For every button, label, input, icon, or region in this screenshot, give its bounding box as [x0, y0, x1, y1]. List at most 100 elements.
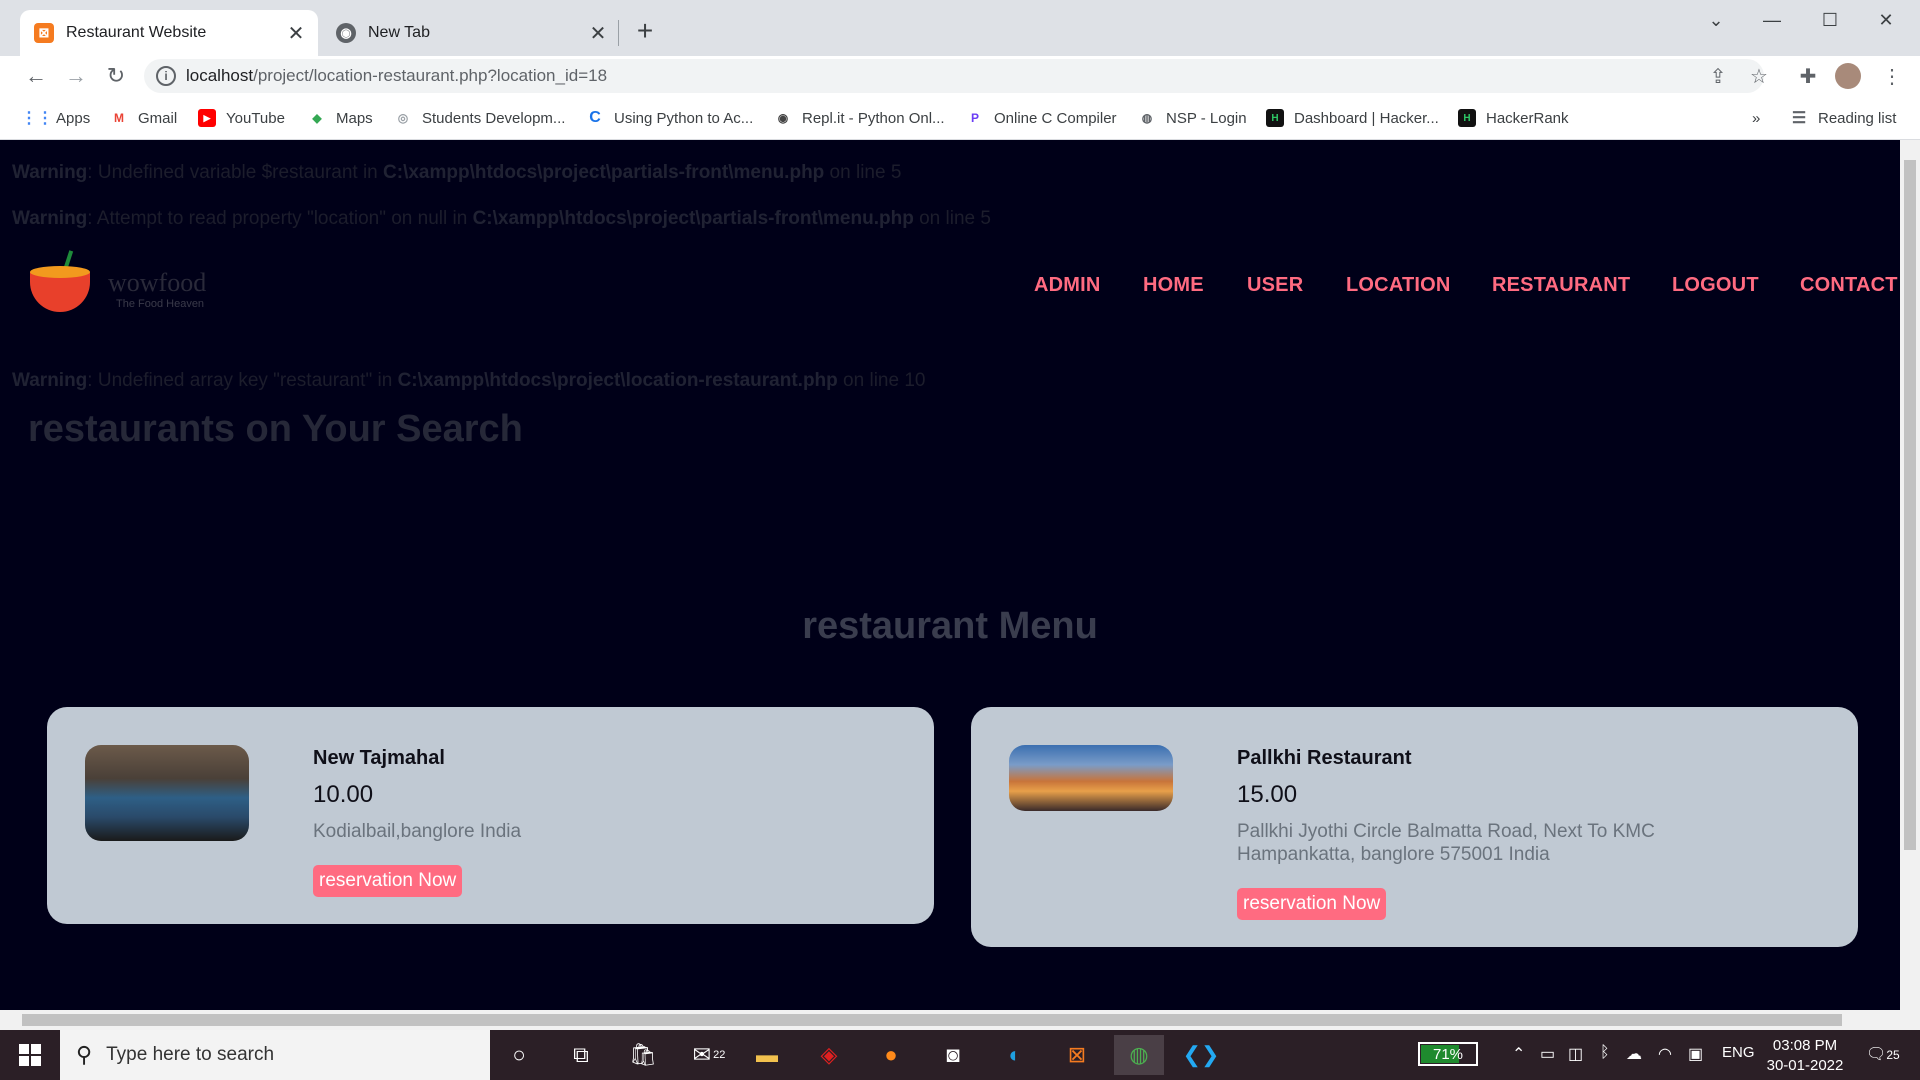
- reload-icon[interactable]: ↻: [100, 60, 132, 92]
- bookmark-replit[interactable]: ◉ Repl.it - Python Onl...: [774, 106, 945, 130]
- show-hidden-icons-icon[interactable]: ⌃: [1512, 1044, 1525, 1064]
- reservation-button[interactable]: reservation Now: [313, 865, 463, 897]
- bookmark-gmail[interactable]: M Gmail: [110, 106, 177, 130]
- notifications-icon[interactable]: 🗨25: [1866, 1044, 1900, 1064]
- restaurant-address: Kodialbail,banglore India: [313, 821, 522, 842]
- tab-search-icon[interactable]: ⌄: [1688, 0, 1744, 40]
- bookmark-using-python[interactable]: C Using Python to Ac...: [586, 106, 753, 130]
- horizontal-scrollbar[interactable]: [0, 1010, 1920, 1030]
- bookmark-hackerrank-dashboard[interactable]: H Dashboard | Hacker...: [1266, 106, 1439, 130]
- cortana-icon[interactable]: ○: [494, 1035, 544, 1075]
- vscode-icon[interactable]: ❮❯: [1176, 1035, 1226, 1075]
- chrome-icon[interactable]: ◍: [1114, 1035, 1164, 1075]
- wifi-icon[interactable]: ◠: [1658, 1044, 1672, 1064]
- camera-icon[interactable]: ◙: [928, 1035, 978, 1075]
- nav-restaurant[interactable]: RESTAURANT: [1492, 274, 1630, 297]
- php-warning: Warning: Undefined variable $restaurant …: [12, 162, 901, 184]
- address-bar[interactable]: i localhost/project/location-restaurant.…: [144, 59, 1764, 93]
- bookmark-online-c-compiler[interactable]: P Online C Compiler: [966, 106, 1117, 130]
- url-host: localhost: [186, 66, 254, 85]
- replit-icon: ◉: [777, 111, 789, 125]
- warning-file: C:\xampp\htdocs\project\partials-front\m…: [472, 208, 914, 229]
- file-explorer-icon[interactable]: ▬: [742, 1035, 792, 1075]
- bookmark-maps[interactable]: ◆ Maps: [308, 106, 372, 130]
- scrollbar-thumb[interactable]: [1904, 160, 1916, 850]
- mcafee-icon[interactable]: ◈: [804, 1035, 854, 1075]
- windows-start-icon[interactable]: [0, 1030, 60, 1080]
- profile-avatar[interactable]: [1834, 62, 1862, 90]
- nav-home[interactable]: HOME: [1143, 274, 1204, 297]
- reading-list-label: Reading list: [1818, 109, 1897, 127]
- minimize-icon[interactable]: —: [1744, 0, 1800, 40]
- search-results-heading: restaurants on Your Search: [28, 408, 523, 450]
- bookmark-star-icon[interactable]: ☆: [1745, 62, 1773, 90]
- new-tab-button[interactable]: +: [632, 15, 658, 46]
- site-info-icon[interactable]: i: [156, 66, 176, 86]
- coursera-icon: C: [589, 109, 601, 126]
- close-tab-icon[interactable]: ✕: [584, 19, 612, 47]
- vertical-scrollbar[interactable]: [1900, 140, 1920, 1010]
- back-arrow-icon[interactable]: ←: [20, 60, 52, 92]
- cloud-icon[interactable]: ☁: [1626, 1044, 1642, 1064]
- bookmark-nsp-login[interactable]: ◍ NSP - Login: [1138, 106, 1247, 130]
- window-close-icon[interactable]: ✕: [1858, 0, 1914, 40]
- mail-icon[interactable]: ✉ 22: [684, 1035, 734, 1075]
- microsoft-store-icon[interactable]: 🛍: [618, 1035, 668, 1075]
- bookmark-students-development[interactable]: ◎ Students Developm...: [394, 106, 566, 130]
- device-icon[interactable]: ◫: [1568, 1044, 1583, 1064]
- nav-logout[interactable]: LOGOUT: [1672, 274, 1759, 297]
- bookmark-hackerrank[interactable]: H HackerRank: [1458, 106, 1569, 130]
- taskbar-clock[interactable]: 03:08 PM 30-01-2022: [1760, 1036, 1850, 1076]
- php-warning: Warning: Attempt to read property "locat…: [12, 208, 991, 230]
- forward-arrow-icon[interactable]: →: [60, 60, 92, 92]
- more-bookmarks-button[interactable]: »: [1752, 106, 1760, 130]
- menu-heading: restaurant Menu: [802, 605, 1098, 647]
- maximize-icon[interactable]: ☐: [1802, 0, 1858, 40]
- reservation-button[interactable]: reservation Now: [1237, 888, 1387, 920]
- tab-restaurant-website[interactable]: ⊠ Restaurant Website ✕: [20, 10, 318, 56]
- bookmark-label: HackerRank: [1486, 109, 1569, 127]
- tab-separator: [618, 20, 619, 46]
- nav-user[interactable]: USER: [1247, 274, 1303, 297]
- battery-tray-icon[interactable]: ▭: [1540, 1044, 1555, 1064]
- bookmark-youtube[interactable]: ▶ YouTube: [198, 106, 285, 130]
- bluetooth-icon[interactable]: ᛒ: [1600, 1044, 1610, 1062]
- logo-brand: wowfood: [108, 268, 207, 297]
- edge-icon[interactable]: ◐: [990, 1035, 1040, 1075]
- battery-indicator[interactable]: 71%: [1418, 1042, 1478, 1066]
- display-icon[interactable]: ▣: [1688, 1044, 1703, 1064]
- url-path: /project/location-restaurant.php?locatio…: [253, 66, 608, 85]
- maps-icon: ◆: [312, 111, 322, 125]
- compiler-icon: P: [970, 111, 979, 125]
- gmail-icon: M: [114, 111, 124, 125]
- bookmark-label: Dashboard | Hacker...: [1294, 109, 1439, 127]
- taskbar-search-box[interactable]: ⚲ Type here to search: [60, 1030, 490, 1080]
- bookmark-label: Using Python to Ac...: [614, 109, 754, 127]
- scrollbar-thumb[interactable]: [22, 1014, 1842, 1026]
- restaurant-price: 15.00: [1237, 781, 1298, 808]
- restaurant-card: New Tajmahal 10.00 Kodialbail,banglore I…: [47, 707, 934, 924]
- nav-contact[interactable]: CONTACT: [1800, 274, 1898, 297]
- firefox-icon[interactable]: ●: [866, 1035, 916, 1075]
- xampp-icon[interactable]: ⊠: [1052, 1035, 1102, 1075]
- bookmark-apps[interactable]: ⋮⋮ Apps: [21, 106, 90, 130]
- share-icon[interactable]: ⇪: [1704, 62, 1732, 90]
- hackerrank-icon: H: [1266, 109, 1284, 127]
- site-logo[interactable]: wowfood The Food Heaven: [30, 250, 220, 320]
- warning-text: : Attempt to read property "location" on…: [87, 208, 473, 229]
- close-tab-icon[interactable]: ✕: [282, 19, 310, 47]
- tab-title: Restaurant Website: [66, 24, 207, 41]
- language-indicator[interactable]: ENG: [1722, 1044, 1755, 1061]
- bookmark-label: NSP - Login: [1166, 109, 1247, 127]
- tab-new-tab[interactable]: ◉ New Tab ✕: [322, 10, 620, 56]
- restaurant-address: Pallkhi Jyothi Circle Balmatta Road, Nex…: [1237, 821, 1655, 865]
- task-view-icon[interactable]: ⧉: [556, 1035, 606, 1075]
- clock-date: 30-01-2022: [1766, 1057, 1844, 1074]
- nav-admin[interactable]: ADMIN: [1034, 274, 1101, 297]
- reading-list-button[interactable]: ☰ Reading list: [1790, 106, 1897, 130]
- nav-location[interactable]: LOCATION: [1346, 274, 1451, 297]
- menu-kebab-icon[interactable]: ⋮: [1878, 62, 1906, 90]
- extensions-puzzle-icon[interactable]: ✚: [1794, 62, 1822, 90]
- bookmark-label: Online C Compiler: [994, 109, 1117, 127]
- restaurant-price: 10.00: [313, 781, 374, 808]
